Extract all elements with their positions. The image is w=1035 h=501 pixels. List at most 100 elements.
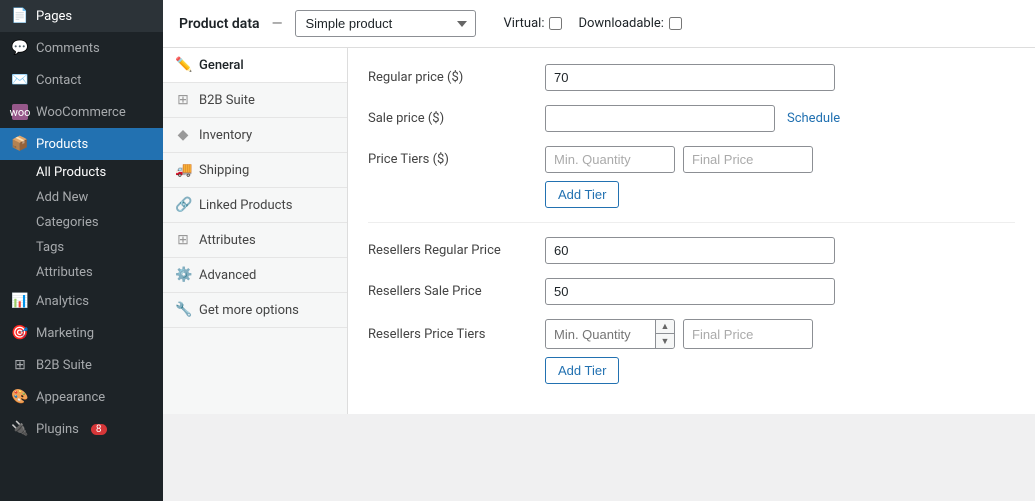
pages-icon: 📄: [12, 8, 28, 24]
resellers-tiers-inputs: ▲ ▼: [545, 319, 813, 349]
sidebar-item-pages[interactable]: 📄 Pages: [0, 0, 163, 32]
tab-attributes[interactable]: ⊞ Attributes: [163, 223, 347, 258]
spinner-down-button[interactable]: ▼: [656, 334, 674, 348]
tab-shipping[interactable]: 🚚 Shipping: [163, 153, 347, 188]
appearance-icon: 🎨: [12, 389, 28, 405]
min-quantity-input[interactable]: [545, 146, 675, 173]
reseller-min-quantity-input[interactable]: [546, 322, 655, 347]
inventory-tab-icon: ◆: [175, 127, 191, 143]
sidebar-label-products: Products: [36, 137, 88, 152]
tab-label-linked-products: Linked Products: [199, 198, 292, 213]
spinner-up-button[interactable]: ▲: [656, 320, 674, 334]
reseller-min-quantity-wrap: ▲ ▼: [545, 319, 675, 349]
sidebar-label-marketing: Marketing: [36, 326, 94, 341]
sale-price-input[interactable]: [545, 105, 775, 132]
virtual-downloadable-row: Virtual: Downloadable:: [504, 16, 682, 31]
add-tier-button-2[interactable]: Add Tier: [545, 357, 619, 384]
product-tabs: ✏️ General ⊞ B2B Suite ◆ Inventory 🚚 Shi…: [163, 48, 348, 414]
general-tab-icon: ✏️: [175, 57, 191, 73]
tab-label-general: General: [199, 58, 244, 73]
tab-get-more-options[interactable]: 🔧 Get more options: [163, 293, 347, 328]
sidebar-sub-attributes[interactable]: Attributes: [0, 260, 163, 285]
resellers-sale-price-row: Resellers Sale Price: [368, 278, 1015, 305]
sidebar-item-b2b-suite[interactable]: ⊞ B2B Suite: [0, 349, 163, 381]
sidebar-item-contact[interactable]: ✉️ Contact: [0, 64, 163, 96]
price-tiers-row: Price Tiers ($): [368, 146, 1015, 173]
advanced-tab-icon: ⚙️: [175, 267, 191, 283]
sidebar-label-b2b: B2B Suite: [36, 358, 92, 373]
tab-b2b-suite[interactable]: ⊞ B2B Suite: [163, 83, 347, 118]
product-data-header: Product data — Simple product Variable p…: [163, 0, 1035, 48]
product-type-select[interactable]: Simple product Variable product Grouped …: [295, 10, 476, 37]
price-tiers-label: Price Tiers ($): [368, 152, 533, 167]
tab-general[interactable]: ✏️ General: [163, 48, 347, 83]
add-tier-row: Add Tier: [368, 181, 1015, 208]
woocommerce-icon: woo: [12, 104, 28, 120]
regular-price-row: Regular price ($): [368, 64, 1015, 91]
product-data-label: Product data: [179, 16, 260, 32]
tab-label-get-more-options: Get more options: [199, 303, 299, 318]
sidebar-submenu-products: All Products Add New Categories Tags Att…: [0, 160, 163, 285]
sidebar-item-plugins[interactable]: 🔌 Plugins 8: [0, 413, 163, 445]
resellers-regular-price-label: Resellers Regular Price: [368, 243, 533, 258]
schedule-link[interactable]: Schedule: [787, 111, 840, 126]
sidebar-item-woocommerce[interactable]: woo WooCommerce: [0, 96, 163, 128]
product-data-dash: —: [272, 16, 283, 32]
tab-label-inventory: Inventory: [199, 128, 252, 143]
sale-price-label: Sale price ($): [368, 111, 533, 126]
attributes-tab-icon: ⊞: [175, 232, 191, 248]
resellers-regular-price-row: Resellers Regular Price: [368, 237, 1015, 264]
sidebar-label-woocommerce: WooCommerce: [36, 105, 126, 120]
sidebar-sub-all-products[interactable]: All Products: [0, 160, 163, 185]
resellers-sale-price-label: Resellers Sale Price: [368, 284, 533, 299]
sidebar-item-marketing[interactable]: 🎯 Marketing: [0, 317, 163, 349]
tab-label-shipping: Shipping: [199, 163, 249, 178]
marketing-icon: 🎯: [12, 325, 28, 341]
sidebar-sub-tags[interactable]: Tags: [0, 235, 163, 260]
price-tiers-inputs: [545, 146, 813, 173]
b2b-tab-icon: ⊞: [175, 92, 191, 108]
sidebar-item-comments[interactable]: 💬 Comments: [0, 32, 163, 64]
downloadable-checkbox[interactable]: [669, 17, 682, 30]
virtual-checkbox-label[interactable]: Virtual:: [504, 16, 563, 31]
resellers-regular-price-input[interactable]: [545, 237, 835, 264]
tab-linked-products[interactable]: 🔗 Linked Products: [163, 188, 347, 223]
reseller-final-price-input[interactable]: [683, 319, 813, 349]
resellers-price-tiers-row: Resellers Price Tiers ▲ ▼: [368, 319, 1015, 349]
section-divider: [368, 222, 1015, 223]
main-content: Product data — Simple product Variable p…: [163, 0, 1035, 501]
add-tier-button[interactable]: Add Tier: [545, 181, 619, 208]
resellers-sale-price-input[interactable]: [545, 278, 835, 305]
sidebar-item-products[interactable]: 📦 Products: [0, 128, 163, 160]
analytics-icon: 📊: [12, 293, 28, 309]
product-data-section: Product data — Simple product Variable p…: [163, 0, 1035, 414]
sidebar-item-analytics[interactable]: 📊 Analytics: [0, 285, 163, 317]
sidebar: 📄 Pages 💬 Comments ✉️ Contact woo WooCom…: [0, 0, 163, 501]
sidebar-label-comments: Comments: [36, 41, 100, 56]
sidebar-label-analytics: Analytics: [36, 294, 89, 309]
add-tier-row-2: Add Tier: [368, 357, 1015, 384]
downloadable-checkbox-label[interactable]: Downloadable:: [578, 16, 681, 31]
virtual-label: Virtual:: [504, 16, 545, 31]
sidebar-sub-categories[interactable]: Categories: [0, 210, 163, 235]
tab-label-attributes: Attributes: [199, 233, 256, 248]
contact-icon: ✉️: [12, 72, 28, 88]
plugins-icon: 🔌: [12, 421, 28, 437]
plugins-badge: 8: [91, 424, 107, 435]
regular-price-label: Regular price ($): [368, 70, 533, 85]
tab-advanced[interactable]: ⚙️ Advanced: [163, 258, 347, 293]
final-price-input[interactable]: [683, 146, 813, 173]
sidebar-label-contact: Contact: [36, 73, 81, 88]
sidebar-sub-add-new[interactable]: Add New: [0, 185, 163, 210]
comments-icon: 💬: [12, 40, 28, 56]
product-panel-general: Regular price ($) Sale price ($) Schedul…: [348, 48, 1035, 414]
downloadable-label: Downloadable:: [578, 16, 663, 31]
tab-label-advanced: Advanced: [199, 268, 256, 283]
sidebar-item-appearance[interactable]: 🎨 Appearance: [0, 381, 163, 413]
tab-label-b2b: B2B Suite: [199, 93, 255, 108]
sidebar-label-pages: Pages: [36, 9, 72, 24]
sidebar-label-appearance: Appearance: [36, 390, 105, 405]
virtual-checkbox[interactable]: [549, 17, 562, 30]
tab-inventory[interactable]: ◆ Inventory: [163, 118, 347, 153]
regular-price-input[interactable]: [545, 64, 835, 91]
